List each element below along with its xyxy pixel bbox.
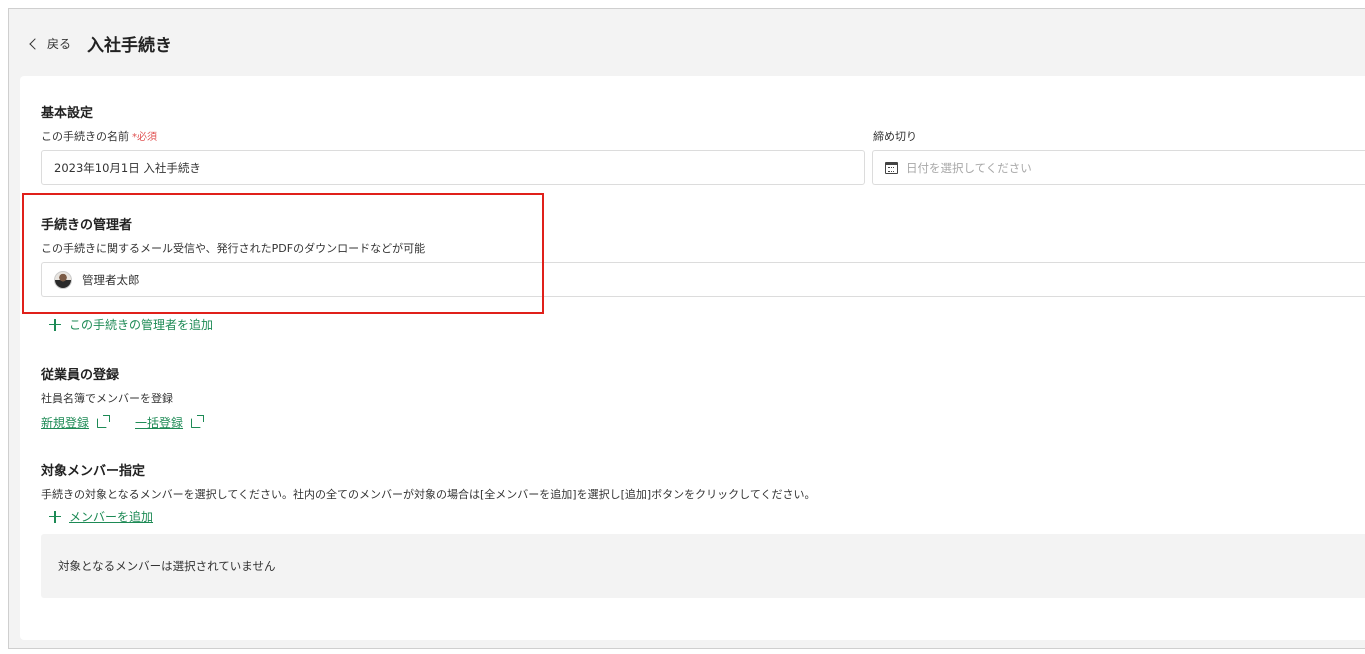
bulk-registration-label: 一括登録 bbox=[135, 416, 184, 430]
selected-members-empty-state: 対象となるメンバーは選択されていません bbox=[41, 534, 1365, 598]
admins-title: 手続きの管理者 bbox=[41, 218, 133, 233]
add-member-label: メンバーを追加 bbox=[69, 510, 154, 524]
deadline-label: 締め切り bbox=[873, 130, 917, 143]
chevron-left-icon bbox=[29, 37, 41, 50]
calendar-icon bbox=[885, 161, 898, 174]
add-admin-label: この手続きの管理者を追加 bbox=[69, 318, 214, 332]
procedure-name-value: 2023年10月1日 入社手続き bbox=[54, 160, 201, 175]
add-member-button[interactable]: メンバーを追加 bbox=[49, 508, 153, 525]
plus-icon bbox=[49, 318, 61, 331]
add-admin-button[interactable]: この手続きの管理者を追加 bbox=[49, 316, 213, 333]
admin-selected-name: 管理者太郎 bbox=[82, 272, 140, 287]
external-link-icon bbox=[191, 414, 205, 428]
admin-select-field[interactable]: 管理者太郎 bbox=[41, 262, 1365, 297]
empty-state-text: 対象となるメンバーは選択されていません bbox=[58, 559, 276, 573]
employee-registration-title: 従業員の登録 bbox=[41, 368, 120, 383]
bulk-registration-link[interactable]: 一括登録 bbox=[135, 414, 205, 431]
employee-registration-description: 社員名簿でメンバーを登録 bbox=[41, 392, 173, 405]
basic-settings-title: 基本設定 bbox=[41, 106, 94, 121]
back-button[interactable]: 戻る bbox=[29, 35, 72, 52]
page-header: 戻る 入社手続き bbox=[9, 9, 1365, 77]
new-registration-label: 新規登録 bbox=[41, 416, 90, 430]
app-frame: 戻る 入社手続き 基本設定 この手続きの名前 *必須 2023年10月1日 入社手… bbox=[8, 8, 1365, 649]
admins-description: この手続きに関するメール受信や、発行されたPDFのダウンロードなどが可能 bbox=[41, 242, 426, 255]
back-label: 戻る bbox=[47, 36, 72, 51]
procedure-name-label: この手続きの名前 *必須 bbox=[41, 128, 157, 144]
deadline-placeholder: 日付を選択してください bbox=[906, 160, 1032, 175]
procedure-name-input[interactable]: 2023年10月1日 入社手続き bbox=[41, 150, 865, 185]
avatar bbox=[54, 270, 72, 289]
page-title: 入社手続き bbox=[87, 35, 173, 56]
new-registration-link[interactable]: 新規登録 bbox=[41, 414, 111, 431]
main-panel: 基本設定 この手続きの名前 *必須 2023年10月1日 入社手続き 締め切り 日… bbox=[20, 76, 1365, 640]
target-members-description: 手続きの対象となるメンバーを選択してください。社内の全てのメンバーが対象の場合は… bbox=[41, 488, 816, 501]
deadline-date-input[interactable]: 日付を選択してください bbox=[872, 150, 1365, 185]
plus-icon bbox=[49, 510, 61, 523]
procedure-name-label-text: この手続きの名前 bbox=[41, 130, 129, 143]
required-mark: *必須 bbox=[132, 132, 157, 143]
external-link-icon bbox=[97, 414, 111, 428]
target-members-title: 対象メンバー指定 bbox=[41, 464, 146, 479]
